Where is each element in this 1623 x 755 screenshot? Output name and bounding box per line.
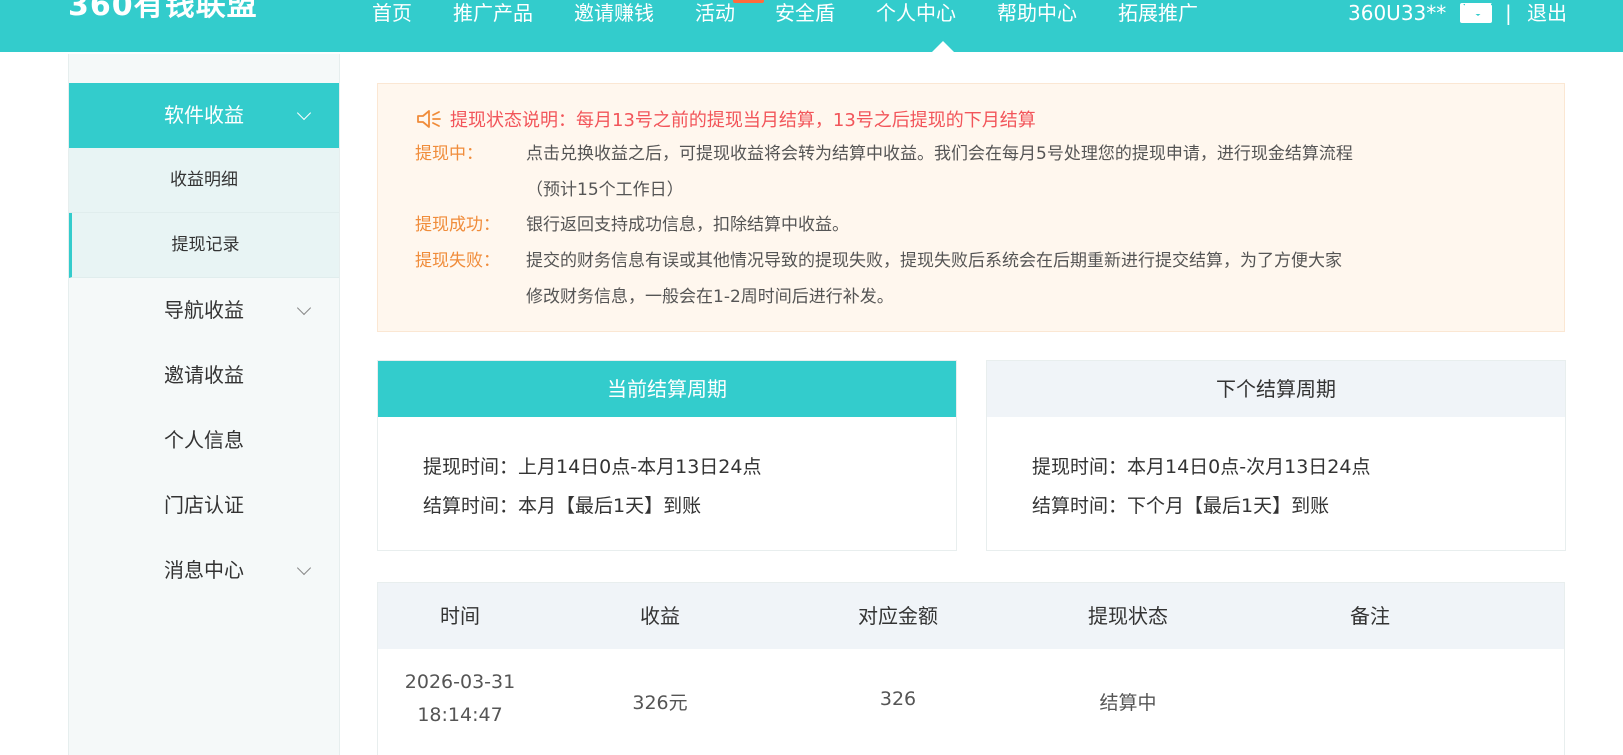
column-header-status: 提现状态 [1088, 604, 1168, 628]
next-withdraw-time: 提现时间：本月14日0点-次月13日24点 [1032, 456, 1371, 478]
nav-expand-promotion[interactable]: 拓展推广 [1118, 0, 1198, 26]
row-date: 2026-03-31 [404, 671, 516, 693]
withdraw-records-table: 时间 收益 对应金额 提现状态 备注 2026-03-31 18:14:47 3… [377, 582, 1565, 755]
notice-text: 点击兑换收益之后，可提现收益将会转为结算中收益。我们会在每月5号处理您的提现申请… [526, 144, 1353, 164]
column-header-remark: 备注 [1350, 604, 1390, 628]
row-income: 326元 [632, 692, 688, 714]
site-logo[interactable]: 360有钱联盟 [68, 0, 258, 26]
notice-label-processing: 提现中： [415, 144, 483, 164]
notice-label-success: 提现成功： [415, 215, 500, 235]
nav-invite-earn[interactable]: 邀请赚钱 [574, 0, 654, 26]
next-period-title[interactable]: 下个结算周期 [987, 361, 1565, 417]
current-period-title[interactable]: 当前结算周期 [378, 361, 956, 417]
header-separator: | [1505, 1, 1512, 25]
chevron-down-icon [296, 300, 312, 316]
nav-activity-label: 活动 [695, 1, 735, 25]
current-settle-time: 结算时间：本月【最后1天】到账 [423, 495, 702, 517]
chevron-down-icon [296, 560, 312, 576]
sidebar-item-message-center[interactable]: 消息中心 [69, 538, 339, 603]
logout-link[interactable]: 退出 [1527, 0, 1567, 26]
nav-promote-products[interactable]: 推广产品 [453, 0, 533, 26]
notice-text: 银行返回支持成功信息，扣除结算中收益。 [526, 215, 849, 235]
sidebar-item-label: 消息中心 [164, 558, 244, 582]
notice-text: 修改财务信息，一般会在1-2周时间后进行补发。 [526, 287, 894, 307]
notice-text: 提交的财务信息有误或其他情况导致的提现失败，提现失败后系统会在后期重新进行提交结… [526, 251, 1342, 271]
column-header-amount: 对应金额 [858, 604, 938, 628]
notice-title: 提现状态说明：每月13号之前的提现当月结算，13号之后提现的下月结算 [450, 110, 1036, 131]
new-badge: new [733, 0, 765, 3]
column-header-time: 时间 [440, 604, 480, 628]
table-header: 时间 收益 对应金额 提现状态 备注 [378, 583, 1564, 649]
nav-activity[interactable]: 活动 new [695, 0, 765, 26]
column-header-income: 收益 [640, 604, 680, 628]
nav-security-shield[interactable]: 安全盾 [775, 0, 835, 26]
row-amount: 326 [879, 688, 917, 710]
row-time: 18:14:47 [417, 704, 503, 726]
active-nav-indicator [932, 41, 954, 52]
mail-icon[interactable] [1460, 3, 1492, 23]
nav-home[interactable]: 首页 [372, 0, 412, 26]
notice-label-failed: 提现失败： [415, 251, 500, 271]
sidebar-subitem-income-detail[interactable]: 收益明细 [69, 148, 339, 213]
withdraw-status-notice: 提现状态说明：每月13号之前的提现当月结算，13号之后提现的下月结算 提现中： … [377, 83, 1565, 332]
current-period-card: 当前结算周期 提现时间：上月14日0点-本月13日24点 结算时间：本月【最后1… [377, 360, 957, 551]
next-settle-time: 结算时间：下个月【最后1天】到账 [1032, 495, 1330, 517]
nav-personal-center[interactable]: 个人中心 [876, 0, 956, 26]
next-period-card: 下个结算周期 提现时间：本月14日0点-次月13日24点 结算时间：下个月【最后… [986, 360, 1566, 551]
sidebar-item-personal-info[interactable]: 个人信息 [69, 408, 339, 473]
sidebar-subitem-withdraw-records[interactable]: 提现记录 [69, 213, 339, 278]
notice-text: （预计15个工作日） [526, 180, 684, 200]
username[interactable]: 360U33** [1348, 0, 1446, 26]
sidebar-item-software-income[interactable]: 软件收益 [69, 83, 339, 148]
sidebar-item-label: 软件收益 [164, 103, 244, 127]
sidebar-item-label: 导航收益 [164, 298, 244, 322]
chevron-down-icon [296, 105, 312, 121]
current-withdraw-time: 提现时间：上月14日0点-本月13日24点 [423, 456, 762, 478]
speaker-icon [417, 110, 441, 128]
row-status: 结算中 [1099, 692, 1157, 714]
sidebar: 软件收益 收益明细 提现记录 导航收益 邀请收益 个人信息 门店认证 消息中心 [68, 54, 340, 755]
nav-help-center[interactable]: 帮助中心 [997, 0, 1077, 26]
sidebar-item-invite-income[interactable]: 邀请收益 [69, 343, 339, 408]
sidebar-item-nav-income[interactable]: 导航收益 [69, 278, 339, 343]
sidebar-item-store-verify[interactable]: 门店认证 [69, 473, 339, 538]
top-nav-bar: 360有钱联盟 首页 推广产品 邀请赚钱 活动 new 安全盾 个人中心 帮助中… [0, 0, 1623, 52]
